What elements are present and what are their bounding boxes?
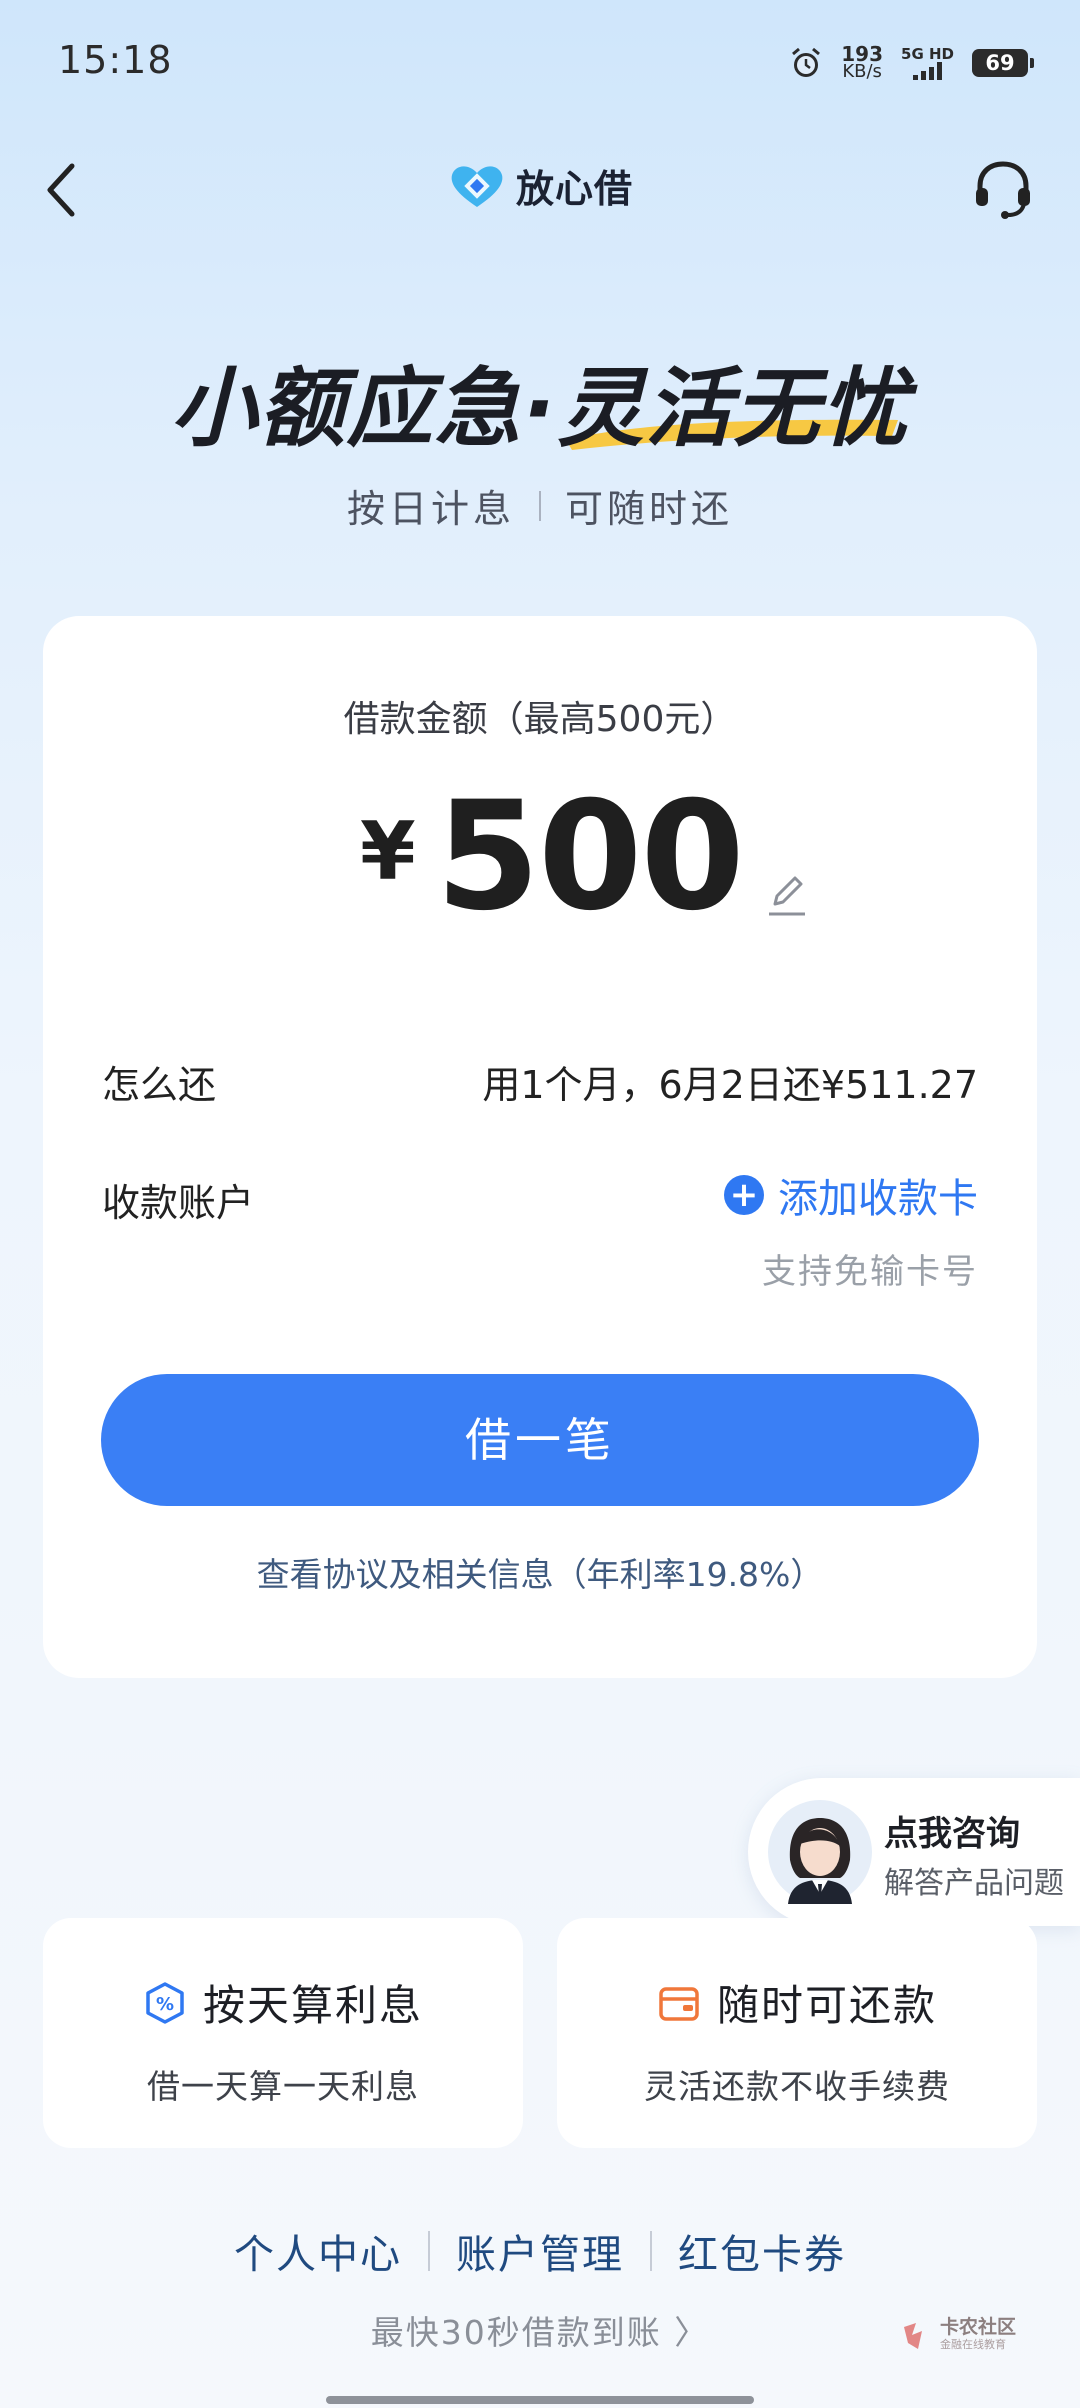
currency-symbol: ¥ xyxy=(360,805,416,898)
feature-card-repay: 随时可还款 灵活还款不收手续费 xyxy=(557,1918,1037,2148)
link-personal-center[interactable]: 个人中心 xyxy=(208,2222,428,2280)
percent-badge-icon: % xyxy=(146,1981,184,2024)
add-card-button[interactable]: + 添加收款卡 xyxy=(724,1166,978,1224)
consult-subtitle: 解答产品问题 xyxy=(884,1866,1064,1901)
repay-label: 怎么还 xyxy=(102,1063,217,1107)
plus-icon: + xyxy=(724,1175,764,1215)
feature-title: 按天算利息 xyxy=(202,1981,423,2030)
heart-logo-icon xyxy=(451,165,503,207)
link-coupons[interactable]: 红包卡券 xyxy=(652,2222,872,2280)
repay-plan[interactable]: 用1个月，6月2日还¥511.27 xyxy=(482,1054,978,1109)
watermark: 卡农社区 金融在线教育 xyxy=(900,2318,1016,2354)
alarm-icon xyxy=(792,47,821,77)
hero-subtitle: 按日计息 可随时还 xyxy=(346,487,734,531)
signal-indicator: 5G HD xyxy=(901,46,954,80)
feature-title: 随时可还款 xyxy=(716,1981,937,2030)
amount-label: 借款金额（最高500元） xyxy=(343,699,737,740)
edit-pencil-icon[interactable] xyxy=(763,870,811,918)
link-account-management[interactable]: 账户管理 xyxy=(430,2222,650,2280)
brand: 放心借 xyxy=(448,158,633,213)
wallet-icon xyxy=(659,1986,699,2021)
bottom-links: 个人中心 账户管理 红包卡券 xyxy=(0,2222,1080,2280)
watermark-logo-icon xyxy=(904,2323,922,2349)
account-label: 收款账户 xyxy=(102,1181,255,1225)
divider xyxy=(539,490,541,521)
status-icons: 193 KB/s 5G HD 69 xyxy=(789,40,1034,86)
svg-text:%: % xyxy=(156,1994,174,2015)
headset-icon[interactable] xyxy=(972,158,1034,222)
amount-row[interactable]: ¥ 500 xyxy=(360,782,811,932)
consult-title: 点我咨询 xyxy=(884,1814,1020,1854)
back-button[interactable] xyxy=(36,150,88,230)
agreement-link[interactable]: 查看协议及相关信息（年利率19.8%） xyxy=(0,1548,1080,1596)
status-bar: 15:18 193 KB/s 5G HD 69 xyxy=(0,0,1080,125)
feature-subtitle: 借一天算一天利息 xyxy=(147,2067,419,2106)
battery-indicator: 69 xyxy=(972,49,1034,77)
brand-name: 放心借 xyxy=(516,167,634,211)
feature-subtitle: 灵活还款不收手续费 xyxy=(644,2067,950,2106)
status-time: 15:18 xyxy=(58,38,173,82)
feature-card-interest: % 按天算利息 借一天算一天利息 xyxy=(43,1918,523,2148)
add-card-label: 添加收款卡 xyxy=(778,1176,978,1222)
home-indicator[interactable] xyxy=(326,2396,754,2404)
borrow-button[interactable]: 借一笔 xyxy=(101,1374,979,1506)
network-speed: 193 KB/s xyxy=(841,42,884,82)
hero-title: 小额应急·灵活无忧 xyxy=(170,359,910,459)
signal-bars-icon xyxy=(913,62,942,80)
add-card-hint: 支持免输卡号 xyxy=(762,1252,978,1292)
agent-avatar xyxy=(768,1800,872,1904)
consult-button[interactable]: 点我咨询 解答产品问题 xyxy=(748,1778,1080,1926)
amount-value[interactable]: 500 xyxy=(436,782,745,932)
